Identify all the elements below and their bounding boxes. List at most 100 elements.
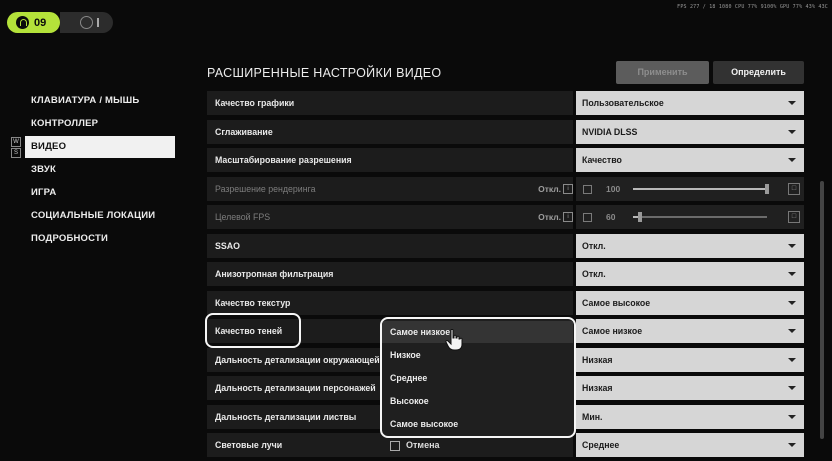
- escape-key-icon: [390, 440, 400, 451]
- sidebar-item-video[interactable]: ВИДЕО: [25, 136, 175, 158]
- setting-value: NVIDIA DLSS: [582, 126, 638, 137]
- slider-knob[interactable]: [765, 183, 769, 194]
- target-fps-slider[interactable]: 60 □: [576, 205, 804, 229]
- cancel-hint[interactable]: Отмена: [390, 440, 440, 451]
- setting-select[interactable]: Низкая: [576, 347, 804, 372]
- setting-value: Самое высокое: [582, 297, 651, 308]
- setting-value: Качество: [582, 155, 622, 165]
- setting-row-ssao[interactable]: SSAO Откл.: [207, 233, 804, 258]
- checkbox[interactable]: [583, 184, 592, 194]
- chevron-down-icon: [788, 272, 796, 276]
- setting-value: Мин.: [582, 411, 603, 422]
- setting-value: Низкая: [582, 383, 613, 393]
- setting-value: Откл.: [582, 240, 606, 251]
- dropdown-option-lowest[interactable]: Самое низкое: [382, 321, 573, 343]
- setting-row-anisotropic[interactable]: Анизотропная фильтрация Откл.: [207, 262, 804, 286]
- chevron-down-icon: [788, 101, 796, 105]
- chevron-down-icon: [788, 129, 796, 134]
- chevron-down-icon: [788, 158, 796, 162]
- key-hint-w: W: [11, 137, 21, 147]
- checkbox[interactable]: [583, 213, 592, 222]
- sidebar-item-game[interactable]: ИГРА: [25, 182, 175, 204]
- party-count: 09: [34, 16, 47, 29]
- setting-label: Сглаживание: [215, 126, 273, 137]
- setting-label: Световые лучи: [215, 440, 283, 450]
- status-bar-icon: [97, 18, 99, 27]
- setting-select[interactable]: NVIDIA DLSS: [576, 119, 804, 144]
- sidebar-item-audio[interactable]: ЗВУК: [25, 159, 175, 181]
- chevron-down-icon: [788, 300, 796, 305]
- dropdown-option-low[interactable]: Низкое: [382, 344, 573, 366]
- party-badge[interactable]: 09: [7, 12, 60, 33]
- sidebar-item-social[interactable]: СОЦИАЛЬНЫЕ ЛОКАЦИИ: [25, 205, 175, 227]
- define-button[interactable]: Определить: [713, 61, 804, 84]
- slider-fill: [633, 187, 767, 190]
- apply-button[interactable]: Применить: [616, 61, 709, 84]
- setting-row-antialiasing[interactable]: Сглаживание NVIDIA DLSS: [207, 119, 804, 144]
- setting-label: Дальность детализации персонажей: [215, 383, 376, 393]
- setting-value: Откл.: [582, 269, 606, 279]
- slider-value: 60: [606, 212, 616, 222]
- chevron-down-icon: [788, 443, 796, 447]
- top-bar: 09 FPS 277 / 18 1080 CPU 77% 9100% GPU 7…: [0, 0, 832, 40]
- dropdown-option-medium[interactable]: Среднее: [382, 367, 573, 389]
- setting-select[interactable]: Качество: [576, 148, 804, 172]
- setting-select[interactable]: Пользовательское: [576, 91, 804, 115]
- setting-row-target-fps: Целевой FPS Откл. i 60 □: [207, 205, 804, 229]
- dropdown-option-highest[interactable]: Самое высокое: [382, 413, 573, 435]
- setting-label: Дальность детализации окружающей: [215, 354, 380, 365]
- chevron-down-icon: [788, 386, 796, 390]
- chevron-down-icon: [788, 357, 796, 362]
- setting-value: Среднее: [582, 440, 620, 450]
- setting-label: Анизотропная фильтрация: [215, 269, 334, 279]
- headset-icon: [16, 16, 29, 29]
- status-icon: [80, 16, 93, 29]
- chevron-down-icon: [788, 414, 796, 419]
- off-label: Откл.: [538, 212, 561, 222]
- setting-row-resolution-scaling[interactable]: Масштабирование разрешения Качество: [207, 148, 804, 172]
- setting-select[interactable]: Самое низкое: [576, 319, 804, 343]
- setting-select[interactable]: Самое высокое: [576, 290, 804, 315]
- sidebar-item-controller[interactable]: КОНТРОЛЛЕР: [25, 113, 175, 135]
- setting-label: SSAO: [215, 240, 240, 251]
- slider-track: [633, 216, 767, 218]
- page-title: РАСШИРЕННЫЕ НАСТРОЙКИ ВИДЕО: [207, 66, 442, 80]
- setting-label: Целевой FPS: [215, 212, 271, 222]
- setting-row-graphics-quality[interactable]: Качество графики Пользовательское: [207, 91, 804, 115]
- sidebar-key-hints: W S: [11, 137, 21, 159]
- setting-value: Самое низкое: [582, 326, 643, 336]
- info-icon: i: [563, 183, 573, 194]
- reset-icon[interactable]: □: [788, 211, 800, 223]
- render-resolution-slider[interactable]: 100 □: [576, 176, 804, 201]
- chevron-down-icon: [788, 243, 796, 248]
- setting-label: Качество текстур: [215, 297, 291, 308]
- setting-label: Масштабирование разрешения: [215, 155, 352, 165]
- setting-select[interactable]: Откл.: [576, 233, 804, 258]
- sidebar-item-details[interactable]: ПОДРОБНОСТИ: [25, 228, 175, 250]
- setting-select[interactable]: Откл.: [576, 262, 804, 286]
- scrollbar[interactable]: [820, 181, 824, 439]
- status-toggle[interactable]: [60, 12, 113, 33]
- hand-cursor-icon: [445, 329, 463, 351]
- info-icon: i: [563, 212, 573, 222]
- slider-knob[interactable]: [637, 212, 642, 222]
- setting-value: Низкая: [582, 354, 613, 365]
- slider-value: 100: [606, 183, 621, 194]
- setting-value: Пользовательское: [582, 98, 664, 108]
- setting-label: Качество графики: [215, 98, 295, 108]
- dropdown-option-high[interactable]: Высокое: [382, 390, 573, 412]
- setting-row-render-resolution: Разрешение рендеринга Откл. i 100 □: [207, 176, 804, 201]
- shadow-quality-dropdown[interactable]: Самое низкое Низкое Среднее Высокое Само…: [380, 317, 576, 438]
- setting-row-texture-quality[interactable]: Качество текстур Самое высокое: [207, 290, 804, 315]
- setting-label: Дальность детализации листвы: [215, 411, 357, 422]
- performance-overlay: FPS 277 / 18 1080 CPU 77% 9100% GPU 77% …: [677, 4, 828, 10]
- setting-select[interactable]: Мин.: [576, 404, 804, 429]
- sidebar-item-keyboard-mouse[interactable]: КЛАВИАТУРА / МЫШЬ: [25, 90, 175, 112]
- reset-icon[interactable]: □: [788, 182, 800, 195]
- setting-select[interactable]: Низкая: [576, 376, 804, 400]
- setting-label: Разрешение рендеринга: [215, 183, 316, 194]
- key-hint-s: S: [11, 148, 21, 158]
- chevron-down-icon: [788, 329, 796, 333]
- cancel-label: Отмена: [406, 440, 440, 450]
- setting-select[interactable]: Среднее: [576, 433, 804, 457]
